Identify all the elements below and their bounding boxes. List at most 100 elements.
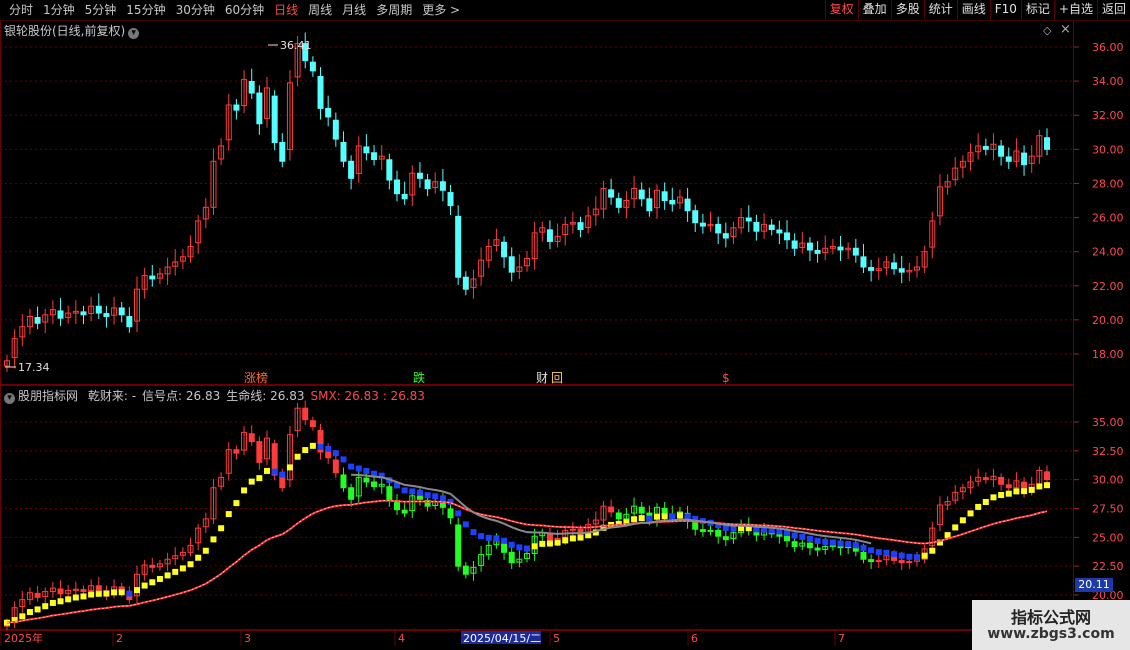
tab-period-4[interactable]: 30分钟 bbox=[171, 2, 220, 18]
main-y-tick-label: 20.00 bbox=[1092, 314, 1124, 327]
watermark-title: 指标公式网 bbox=[1010, 608, 1091, 627]
signal-dot bbox=[485, 534, 492, 541]
chevron-down-icon[interactable]: ▾ bbox=[4, 393, 15, 404]
candle-body bbox=[715, 223, 722, 234]
stock-title[interactable]: 银轮股份(日线,前复权) ▾ bbox=[4, 22, 140, 39]
ind-candle-body bbox=[898, 559, 905, 564]
high-price-label: 36.41 bbox=[280, 39, 312, 52]
tab-period-5[interactable]: 60分钟 bbox=[220, 2, 269, 18]
signal-dot bbox=[65, 596, 72, 603]
toolbar-button-5[interactable]: F10 bbox=[989, 0, 1021, 19]
signal-dot bbox=[906, 553, 913, 560]
main-y-tick-label: 36.00 bbox=[1092, 41, 1124, 54]
signal-dot bbox=[638, 515, 645, 522]
signal-dot bbox=[57, 598, 64, 605]
candle-body bbox=[416, 172, 423, 179]
candle-body bbox=[401, 193, 408, 200]
signal-dot bbox=[80, 593, 87, 600]
toolbar-button-6[interactable]: 标记 bbox=[1020, 0, 1054, 19]
candle-body bbox=[806, 242, 813, 251]
tab-period-7[interactable]: 周线 bbox=[303, 2, 337, 18]
signal-dot bbox=[952, 524, 959, 531]
candle-body bbox=[791, 240, 798, 249]
ind-candle-body bbox=[906, 561, 913, 564]
ind-candle-body bbox=[1044, 471, 1050, 481]
x-axis-label: 5 bbox=[553, 632, 560, 645]
ind-candle-body bbox=[791, 541, 798, 548]
signal-dot bbox=[684, 513, 691, 520]
signal-dot bbox=[172, 568, 179, 575]
signal-dot bbox=[348, 463, 355, 470]
tab-period-1[interactable]: 1分钟 bbox=[38, 2, 80, 18]
toolbar-button-3[interactable]: 统计 bbox=[923, 0, 957, 19]
candle-body bbox=[371, 152, 378, 161]
watermark: 指标公式网 www.zbgs3.com bbox=[972, 600, 1130, 650]
toolbar-button-8[interactable]: 返回 bbox=[1096, 0, 1130, 19]
ind-candle-body bbox=[608, 506, 615, 513]
ind-candle-body bbox=[784, 535, 790, 542]
ind-candle-body bbox=[814, 547, 821, 551]
ind-candle-body bbox=[256, 441, 263, 463]
tab-period-6[interactable]: 日线 bbox=[269, 2, 303, 18]
candle-body bbox=[386, 159, 393, 181]
signal-dot bbox=[921, 552, 928, 559]
indicator-name: 股朋指标网 bbox=[18, 389, 79, 403]
toolbar-button-7[interactable]: +自选 bbox=[1053, 0, 1097, 19]
candle-body bbox=[95, 305, 102, 314]
price-tag: 20.11 bbox=[1075, 578, 1113, 592]
ind-candle-body bbox=[1005, 484, 1012, 489]
candle-body bbox=[852, 247, 859, 256]
toolbar-button-1[interactable]: 叠加 bbox=[857, 0, 891, 19]
candle-body bbox=[577, 222, 584, 230]
signal-dot bbox=[256, 475, 263, 482]
legend-item-3: SMX: 26.83 : 26.83 bbox=[310, 389, 425, 403]
event-marker: 财 bbox=[536, 371, 548, 385]
signal-dot bbox=[975, 503, 982, 510]
candle-body bbox=[776, 229, 783, 234]
signal-dot bbox=[501, 537, 508, 544]
signal-dot bbox=[424, 492, 431, 499]
close-icon[interactable]: × bbox=[1060, 22, 1071, 37]
signal-dot bbox=[416, 489, 423, 496]
signal-dot bbox=[409, 488, 416, 495]
signal-dot bbox=[432, 493, 439, 500]
chart-canvas: 36.00 34.00 32.00 30.00 28.00 26.00 24.00 22.00… bbox=[0, 20, 1130, 646]
signal-dot bbox=[577, 534, 584, 541]
candle-body bbox=[317, 76, 324, 109]
tab-period-3[interactable]: 15分钟 bbox=[121, 2, 170, 18]
legend-item-0: 乾财来: - bbox=[87, 389, 137, 403]
toolbar-button-0[interactable]: 复权 bbox=[824, 0, 858, 19]
ind-candle-body bbox=[447, 508, 454, 519]
signal-dot bbox=[1044, 482, 1050, 489]
candle-body bbox=[546, 229, 553, 242]
signal-dot bbox=[34, 606, 41, 613]
chevron-down-icon[interactable]: ▾ bbox=[128, 28, 140, 39]
signal-dot bbox=[516, 544, 523, 551]
signal-dot bbox=[814, 537, 821, 544]
signal-dot bbox=[164, 572, 171, 579]
candle-body bbox=[1005, 156, 1012, 162]
tab-period-9[interactable]: 多周期 bbox=[371, 2, 417, 18]
ind-candle-body bbox=[332, 459, 339, 474]
signal-dot bbox=[439, 495, 446, 502]
signal-dot bbox=[134, 587, 140, 594]
tab-period-0[interactable]: 分时 bbox=[4, 2, 38, 18]
main-y-tick-label: 30.00 bbox=[1092, 143, 1124, 156]
event-marker: 回 bbox=[551, 371, 563, 385]
diamond-icon[interactable]: ◇ bbox=[1043, 24, 1051, 37]
signal-dot bbox=[271, 468, 278, 475]
toolbar-button-2[interactable]: 多股 bbox=[890, 0, 924, 19]
candle-body bbox=[501, 241, 508, 258]
signal-dot bbox=[195, 554, 202, 561]
tab-period-2[interactable]: 5分钟 bbox=[80, 2, 122, 18]
candle-body bbox=[891, 262, 898, 270]
tab-period-10[interactable]: 更多 > bbox=[417, 2, 465, 18]
candle-body bbox=[279, 142, 286, 162]
signal-dot bbox=[493, 535, 500, 542]
toolbar-button-4[interactable]: 画线 bbox=[956, 0, 990, 19]
candle-body bbox=[998, 145, 1005, 157]
signal-dot bbox=[669, 513, 676, 520]
ind-candle-body bbox=[615, 512, 622, 520]
tab-period-8[interactable]: 月线 bbox=[337, 2, 371, 18]
signal-dot bbox=[294, 453, 301, 460]
